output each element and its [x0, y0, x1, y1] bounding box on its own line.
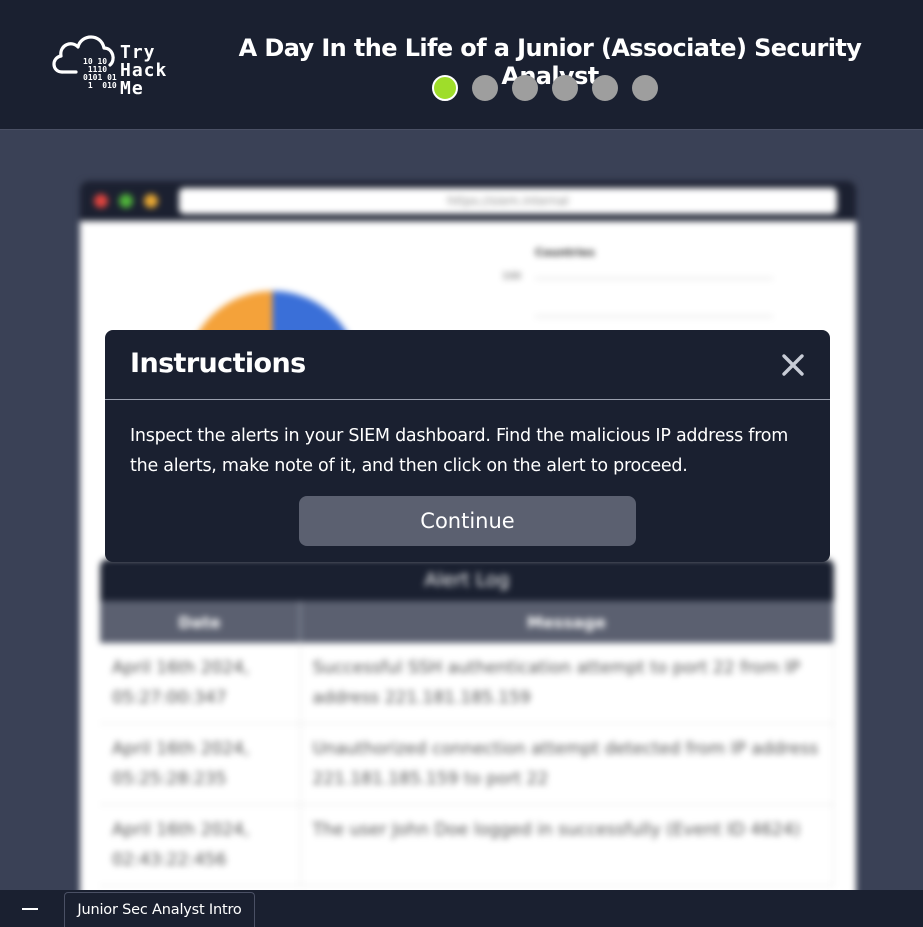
alert-log-title: Alert Log — [100, 559, 834, 601]
logo-word-me: Me — [120, 78, 144, 99]
alert-row[interactable]: April 16th 2024, 05:25:28:235 Unauthoriz… — [100, 723, 834, 805]
step-dot-5 — [592, 75, 618, 101]
step-indicator — [432, 75, 658, 101]
step-dot-2 — [472, 75, 498, 101]
alert-message: Successful SSH authentication attempt to… — [300, 643, 834, 724]
chart-tick: 100 — [502, 271, 522, 282]
column-header-date: Date — [100, 601, 301, 643]
modal-title: Instructions — [130, 348, 306, 379]
bottom-taskbar: Junior Sec Analyst Intro — [0, 890, 923, 927]
chart-gridline — [535, 316, 773, 317]
alert-log-panel: Alert Log Date Message April 16th 2024, … — [100, 559, 834, 886]
continue-button[interactable]: Continue — [299, 496, 636, 546]
step-dot-4 — [552, 75, 578, 101]
alert-table: Date Message April 16th 2024, 05:27:00:3… — [100, 601, 834, 886]
alert-message: Unauthorized connection attempt detected… — [300, 723, 834, 805]
task-tab-junior-sec-analyst-intro[interactable]: Junior Sec Analyst Intro — [64, 892, 255, 927]
modal-body-text: Inspect the alerts in your SIEM dashboar… — [130, 426, 789, 476]
alert-row[interactable]: April 16th 2024, 05:27:00:347 Successful… — [100, 643, 834, 724]
logo-wordmark: Try Hack Me — [120, 44, 167, 98]
window-maximize-dot — [119, 194, 133, 208]
alert-message: The user John Doe logged in successfully… — [300, 804, 834, 886]
chart-gridline — [535, 278, 773, 279]
browser-toolbar: https://siem.internal — [80, 181, 856, 221]
alert-date: April 16th 2024, 02:43:22:456 — [100, 804, 301, 886]
app-header: 10 10 1110 0101 01 1 010 Try Hack Me A D… — [0, 0, 923, 130]
window-close-dot — [94, 194, 108, 208]
chart-title: Countries — [535, 246, 595, 259]
minimize-icon[interactable] — [22, 908, 38, 910]
step-dot-6 — [632, 75, 658, 101]
step-dot-1-active — [432, 75, 458, 101]
instructions-modal: Instructions Inspect the alerts in your … — [105, 330, 830, 562]
close-icon[interactable] — [779, 351, 807, 379]
alert-date: April 16th 2024, 05:27:00:347 — [100, 643, 301, 724]
alert-row[interactable]: April 16th 2024, 02:43:22:456 The user J… — [100, 804, 834, 886]
logo-binary-text: 10 10 1110 0101 01 1 010 — [83, 57, 117, 90]
modal-header: Instructions — [105, 330, 830, 400]
url-bar: https://siem.internal — [179, 188, 837, 214]
column-header-message: Message — [300, 601, 834, 643]
tryhackme-logo[interactable]: 10 10 1110 0101 01 1 010 Try Hack Me — [50, 28, 180, 102]
window-minimize-dot — [144, 194, 158, 208]
alert-date: April 16th 2024, 05:25:28:235 — [100, 723, 301, 805]
step-dot-3 — [512, 75, 538, 101]
